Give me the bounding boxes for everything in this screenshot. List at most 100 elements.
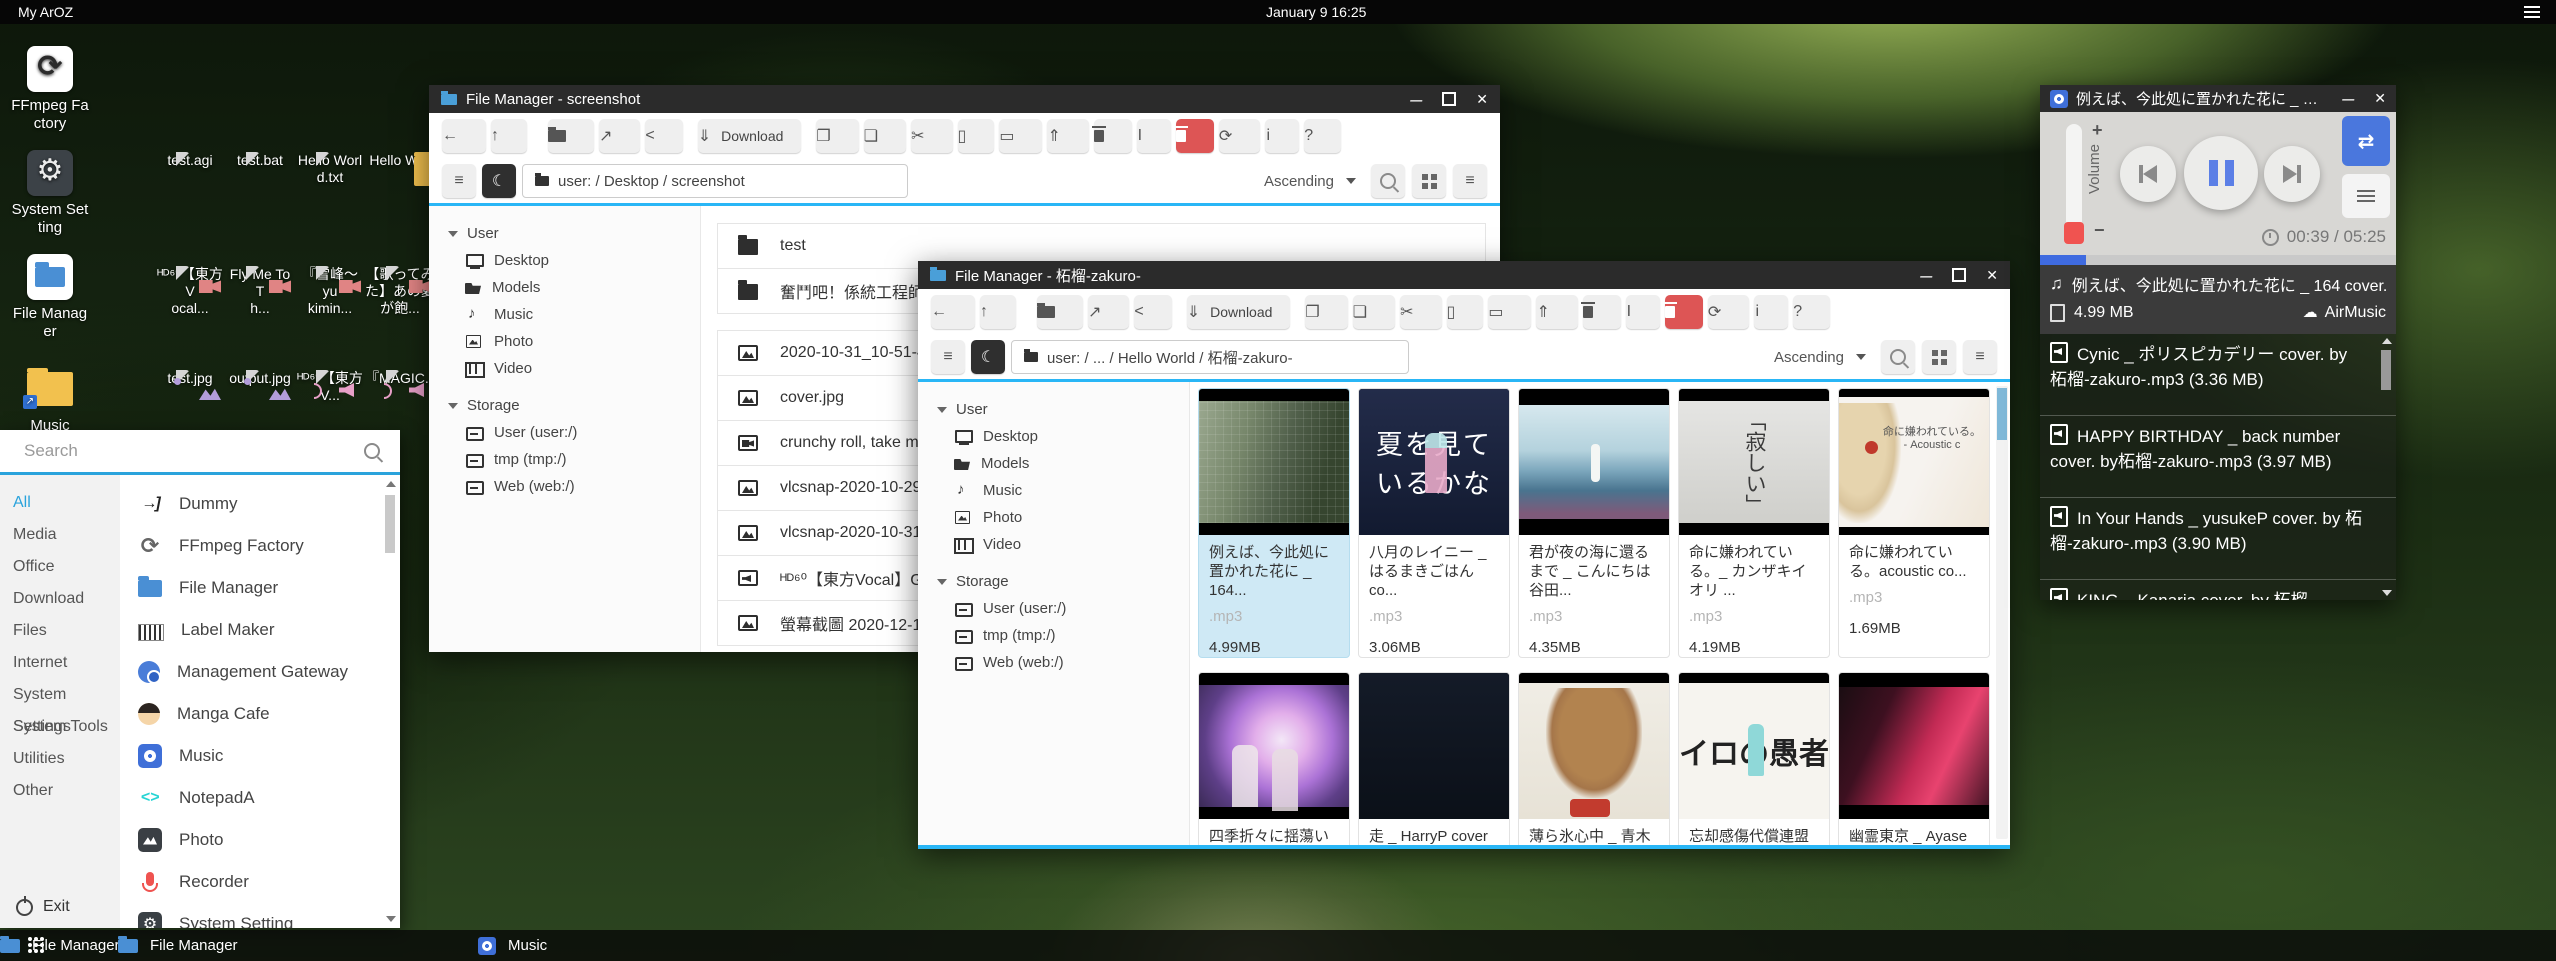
file-tile[interactable]: 走 _ HarryP cover xyxy=(1358,672,1510,845)
app-list-scrollbar[interactable] xyxy=(383,481,397,922)
toolbar-button[interactable] xyxy=(1665,295,1703,329)
volume-up-label[interactable]: + xyxy=(2092,120,2103,141)
desktop-file-icon[interactable]: Hello Worl d.txt xyxy=(295,152,365,266)
file-tile[interactable]: 「寂しい」 命に嫌われてい る。_ カンザキイ オリ ....mp34.19MB xyxy=(1678,388,1830,658)
close-button[interactable] xyxy=(1986,267,1998,284)
sidebar-section-user[interactable]: User xyxy=(429,220,700,247)
app-item[interactable]: FFmpeg Factory xyxy=(138,525,382,567)
window-title-bar[interactable]: File Manager - 柘榴-zakuro- xyxy=(918,261,2010,289)
desktop-file-icon[interactable]: ᴴᴰ⁶⁰【東方V... xyxy=(295,370,365,404)
desktop-file-icon[interactable]: Fly Me To T h... xyxy=(225,266,295,370)
desktop-file-icon[interactable]: 『MAGIC... xyxy=(365,370,435,404)
toolbar-button[interactable]: ↗ xyxy=(1088,295,1129,329)
sidebar-toggle-button[interactable]: ≡ xyxy=(442,164,476,198)
toolbar-button[interactable] xyxy=(548,119,594,153)
toolbar-button[interactable]: ↑ xyxy=(980,295,1016,329)
toolbar-button[interactable]: ⟳ xyxy=(1219,119,1260,153)
sidebar-item[interactable]: Photo xyxy=(429,328,700,355)
app-item[interactable]: System Setting xyxy=(138,903,382,928)
sidebar-storage-item[interactable]: Web (web:/) xyxy=(918,649,1189,676)
toolbar-button[interactable] xyxy=(1094,119,1132,153)
toolbar-button[interactable]: ? xyxy=(1304,119,1341,153)
category-item[interactable]: Internet xyxy=(0,647,120,679)
file-tile[interactable]: 君が夜の海に還る まで _ こんにちは 谷田....mp34.35MB xyxy=(1518,388,1670,658)
category-item[interactable]: System Settings xyxy=(0,679,120,711)
file-tile[interactable]: 夏を見て いるかな 八月のレイニー _ はるまきごはん co....mp33.0… xyxy=(1358,388,1510,658)
toolbar-button[interactable]: ✂ xyxy=(1400,295,1441,329)
category-item[interactable]: Download xyxy=(0,583,120,615)
sidebar-item[interactable]: Photo xyxy=(918,504,1189,531)
vertical-scrollbar[interactable] xyxy=(1996,386,2008,839)
toolbar-button[interactable]: I xyxy=(1626,295,1660,329)
list-view-button[interactable]: ≡ xyxy=(1963,340,1997,374)
desktop-file-icon[interactable]: test.bat xyxy=(225,152,295,266)
maximize-button[interactable] xyxy=(1442,92,1456,106)
sidebar-storage-item[interactable]: User (user:/) xyxy=(918,595,1189,622)
toolbar-button[interactable]: ? xyxy=(1793,295,1830,329)
toolbar-button[interactable]: ❏ xyxy=(1353,295,1395,329)
next-track-button[interactable] xyxy=(2264,146,2320,202)
sidebar-toggle-button[interactable]: ≡ xyxy=(931,340,965,374)
pause-button[interactable] xyxy=(2184,136,2258,210)
sidebar-item[interactable]: Video xyxy=(918,531,1189,558)
toolbar-button[interactable]: ⟳ xyxy=(1708,295,1749,329)
progress-bar[interactable] xyxy=(2040,255,2396,265)
sort-order-dropdown[interactable]: Ascending xyxy=(1256,173,1364,190)
sidebar-storage-item[interactable]: tmp (tmp:/) xyxy=(429,446,700,473)
app-item[interactable]: NotepadA xyxy=(138,777,382,819)
sidebar-item[interactable]: Video xyxy=(429,355,700,382)
file-tile[interactable]: イロの愚者 忘却感傷代償連盟 xyxy=(1678,672,1830,845)
playlist-item[interactable]: In Your Hands _ yusukeP cover. by 柘榴-zak… xyxy=(2040,498,2396,580)
desktop-file-icon[interactable]: ᴴᴰ⁶⁰【東方V ocal... xyxy=(155,266,225,370)
app-item[interactable]: Label Maker xyxy=(138,609,382,651)
desktop-file-icon[interactable]: test.jpg xyxy=(155,370,225,404)
playlist-toggle-button[interactable] xyxy=(2342,174,2390,218)
toolbar-button[interactable]: ⇓Download xyxy=(1187,295,1291,329)
playlist-scrollbar[interactable] xyxy=(2381,338,2393,596)
app-item[interactable]: Recorder xyxy=(138,861,382,903)
playlist-item[interactable]: Cynic _ ポリスピカデリー cover. by 柘榴-zakuro-.mp… xyxy=(2040,334,2396,416)
close-button[interactable] xyxy=(1476,91,1488,108)
volume-down-label[interactable]: − xyxy=(2094,220,2105,241)
sidebar-storage-item[interactable]: Web (web:/) xyxy=(429,473,700,500)
sidebar-item[interactable]: Music xyxy=(918,477,1189,504)
scroll-thumb[interactable] xyxy=(1997,388,2007,440)
sidebar-section-storage[interactable]: Storage xyxy=(918,568,1189,595)
toolbar-button[interactable]: < xyxy=(1134,295,1171,329)
taskbar-item[interactable]: Music xyxy=(478,930,547,961)
desktop-file-icon[interactable]: Hello Wor xyxy=(365,152,435,266)
toolbar-button[interactable]: ▯ xyxy=(958,119,995,153)
player-title-bar[interactable]: 例えば、今此処に置かれた花に _ 164 c⋯ xyxy=(2040,85,2396,112)
sidebar-storage-item[interactable]: User (user:/) xyxy=(429,419,700,446)
repeat-mode-button[interactable]: ⇄ xyxy=(2342,116,2390,166)
taskbar-item[interactable]: File Manager xyxy=(118,930,238,961)
toolbar-button[interactable]: ▯ xyxy=(1447,295,1484,329)
desktop-file-icon[interactable]: output.jpg xyxy=(225,370,295,404)
toolbar-button[interactable]: ⇑ xyxy=(1047,119,1088,153)
maximize-button[interactable] xyxy=(1952,268,1966,282)
category-item[interactable]: Utilities xyxy=(0,743,120,775)
sort-order-dropdown[interactable]: Ascending xyxy=(1766,349,1874,366)
close-button[interactable] xyxy=(2374,90,2386,107)
file-tile[interactable]: 命に嫌われている。 - Acoustic c 命に嫌われてい る。acousti… xyxy=(1838,388,1990,658)
file-tile[interactable]: 例えば、今此処に 置かれた花に _ 164....mp34.99MB xyxy=(1198,388,1350,658)
toolbar-button[interactable] xyxy=(1037,295,1083,329)
file-tile[interactable]: 薄ら氷心中 _ 青木月 xyxy=(1518,672,1670,845)
sidebar-item[interactable]: Desktop xyxy=(918,423,1189,450)
grid-view-button[interactable] xyxy=(1412,164,1446,198)
scroll-up-icon[interactable] xyxy=(2382,338,2392,344)
desktop-icon[interactable]: FFmpeg Fa ctory xyxy=(2,46,98,133)
toolbar-button[interactable] xyxy=(1176,119,1214,153)
app-item[interactable]: Photo xyxy=(138,819,382,861)
desktop-file-icon[interactable]: 『雪峰～yu kimin... xyxy=(295,266,365,370)
toolbar-button[interactable]: ↗ xyxy=(599,119,640,153)
app-item[interactable]: Manga Cafe xyxy=(138,693,382,735)
toolbar-button[interactable]: I xyxy=(1137,119,1171,153)
toolbar-button[interactable] xyxy=(1583,295,1621,329)
app-item[interactable]: Dummy xyxy=(138,483,382,525)
dark-mode-button[interactable]: ☾ xyxy=(482,164,516,198)
volume-slider-thumb[interactable] xyxy=(2064,222,2084,244)
app-item[interactable]: File Manager xyxy=(138,567,382,609)
file-tile[interactable]: 幽霊東京 _ Ayase xyxy=(1838,672,1990,845)
toolbar-button[interactable]: ⇓Download xyxy=(698,119,802,153)
